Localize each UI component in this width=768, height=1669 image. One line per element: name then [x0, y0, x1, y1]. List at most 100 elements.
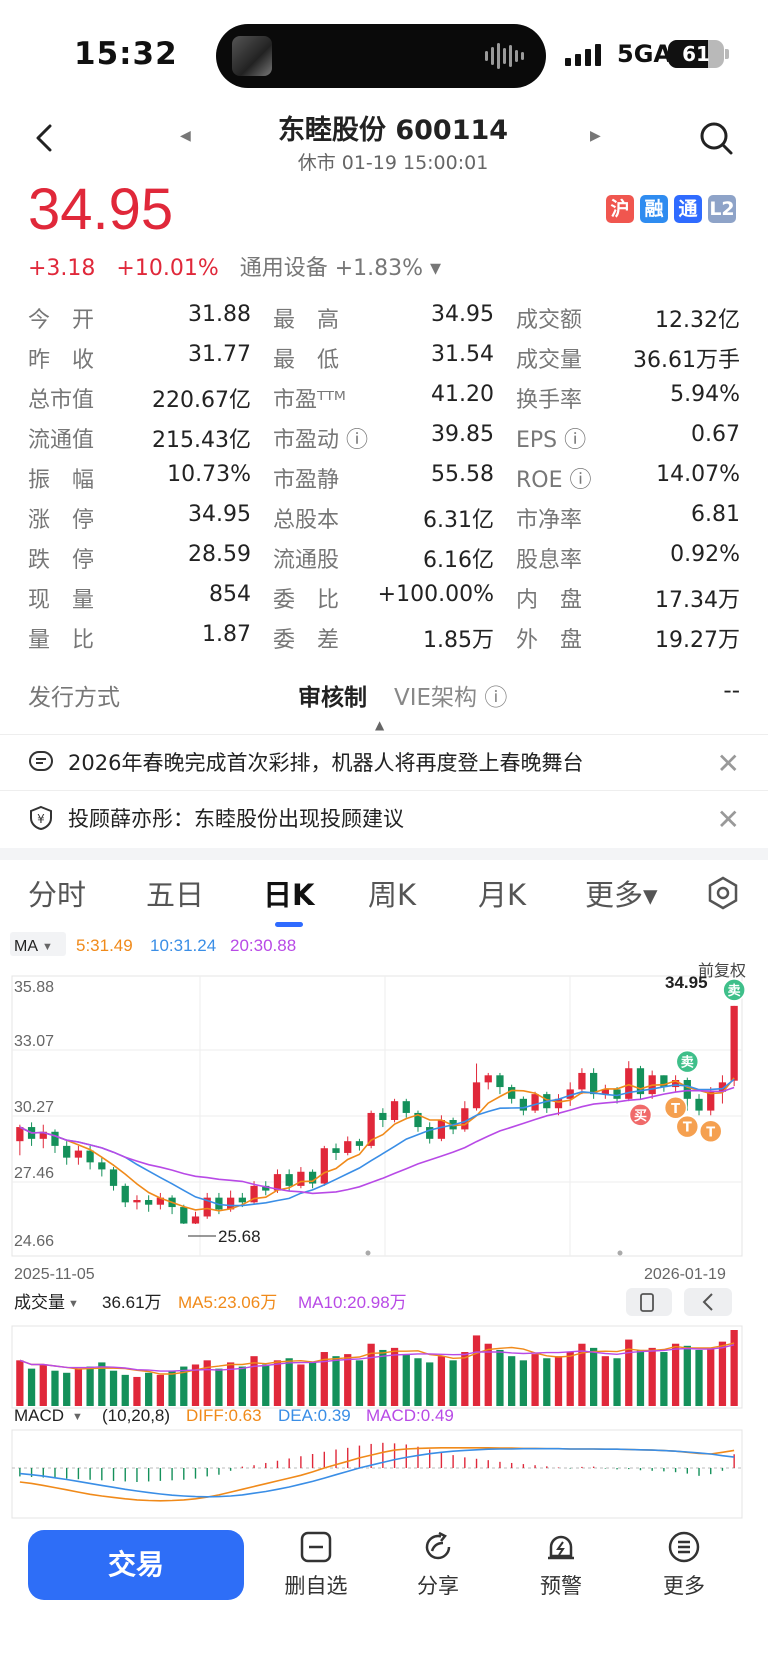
tab-five-day[interactable]: 五日 [146, 872, 204, 914]
y-tick-label: 30.27 [14, 1099, 54, 1116]
macd-label[interactable]: MACD [14, 1406, 64, 1425]
stat-label: 市盈动 ⓘ [273, 428, 368, 453]
status-time: 15:32 [74, 36, 178, 72]
tab-monthly-k[interactable]: 月K [478, 872, 526, 914]
stat-value: 34.95 [188, 502, 251, 527]
close-icon[interactable]: ✕ [717, 747, 740, 780]
stat-label: 股息率 [516, 548, 583, 573]
candle-body [519, 1098, 528, 1111]
search-icon[interactable] [696, 118, 736, 158]
vie-label[interactable]: VIE架构 ⓘ [394, 678, 507, 712]
issue-row: 发行方式 审核制 VIE架构 ⓘ -- [28, 678, 740, 718]
volume-bar [589, 1347, 598, 1406]
stat-row: 跌 停 28.59 流通股 6.16亿 股息率 0.92% [28, 538, 740, 578]
volume-bar [344, 1354, 352, 1406]
news-notice[interactable]: 2026年春晚完成首次彩排，机器人将再度登上春晚舞台 ✕ [0, 734, 768, 788]
share-button[interactable]: 分享 [388, 1530, 488, 1600]
candle-body [461, 1108, 469, 1130]
issue-method-label: 发行方式 [28, 685, 120, 711]
volume-bar [262, 1364, 270, 1406]
market-badges: 沪融通 L2 [606, 195, 736, 223]
macd-params: (10,20,8) [102, 1406, 170, 1425]
stat-value: 39.85 [431, 422, 494, 447]
active-tab-indicator [275, 922, 303, 927]
volume-bar [86, 1366, 94, 1406]
stat-value: 10.73% [167, 462, 251, 487]
stat-cell: 委 差 1.85万 [273, 622, 516, 654]
news-notice-text: 2026年春晚完成首次彩排，机器人将再度登上春晚舞台 [68, 750, 584, 775]
y-tick-label: 27.46 [14, 1165, 54, 1182]
ma-caret-icon: ▼ [42, 941, 53, 953]
volume-label[interactable]: 成交量 [14, 1293, 65, 1312]
stat-value: 55.58 [431, 462, 494, 487]
stat-cell: 外 盘 19.27万 [516, 622, 740, 654]
stat-value: 1.87 [202, 622, 251, 647]
stat-value: 6.16亿 [423, 548, 494, 573]
chart-period-tabs: 分时 五日 日K 周K 月K 更多▾ [0, 872, 768, 928]
stat-label: 总股本 [273, 508, 340, 533]
price-change: +3.18 [28, 256, 96, 281]
y-tick-label: 35.88 [14, 979, 54, 996]
stat-value: 12.32亿 [655, 308, 740, 333]
trade-button[interactable]: 交易 [28, 1530, 244, 1600]
candle-body [390, 1101, 399, 1120]
market-badge[interactable]: 融 [640, 195, 668, 223]
stat-cell: 流通股 6.16亿 [273, 542, 516, 574]
volume-bar [660, 1352, 668, 1406]
market-badge[interactable]: 通 [674, 195, 702, 223]
alert-button[interactable]: 预警 [511, 1530, 611, 1600]
candle-body [63, 1145, 71, 1158]
stat-value: 31.77 [188, 342, 251, 367]
last-price: 34.95 [28, 177, 174, 242]
volume-bar [109, 1370, 118, 1406]
tab-weekly-k[interactable]: 周K [368, 872, 416, 914]
stat-value: 31.88 [188, 302, 251, 327]
more-button[interactable]: 更多 [634, 1530, 734, 1600]
stat-cell: 最 高 34.95 [273, 302, 516, 334]
stat-label: 振 幅 [28, 468, 95, 493]
issue-method-value: 审核制 [298, 685, 367, 711]
ma5-legend: 5:31.49 [76, 936, 133, 955]
stat-value: 14.07% [656, 462, 740, 487]
candle-body [472, 1082, 481, 1109]
sector-link[interactable]: 通用设备 +1.83% ▾ [240, 256, 441, 281]
stat-label: 市盈ᵀᵀᴹ [273, 388, 346, 413]
stat-label: 昨 收 [28, 348, 95, 373]
stat-row: 流通值 215.43亿 市盈动 ⓘ 39.85 EPS ⓘ 0.67 [28, 418, 740, 458]
tab-intraday[interactable]: 分时 [28, 872, 86, 914]
market-badge[interactable]: L2 [708, 195, 736, 223]
stat-value: +100.00% [377, 582, 494, 607]
volume-bar [168, 1370, 176, 1406]
chart-settings-icon[interactable] [706, 876, 740, 910]
section-divider [0, 848, 768, 860]
stat-row: 振 幅 10.73% 市盈静 55.58 ROE ⓘ 14.07% [28, 458, 740, 498]
advisor-notice[interactable]: ¥ 投顾薛亦彤：东睦股份出现投顾建议 ✕ [0, 790, 768, 844]
stat-cell: 涨 停 34.95 [28, 502, 273, 534]
stat-label: 跌 停 [28, 548, 95, 573]
volume-bar [671, 1343, 680, 1406]
collapse-panel-button[interactable] [684, 1288, 732, 1316]
macd-diff: DIFF:0.63 [186, 1406, 262, 1425]
tab-daily-k[interactable]: 日K [263, 872, 314, 914]
tab-more[interactable]: 更多▾ [585, 872, 658, 914]
market-badge[interactable]: 沪 [606, 195, 634, 223]
shield-yen-icon: ¥ [30, 805, 52, 830]
next-stock-arrow-icon[interactable]: ▶ [590, 128, 601, 144]
stat-row: 昨 收 31.77 最 低 31.54 成交量 36.61万手 [28, 338, 740, 378]
stat-label: 外 盘 [516, 628, 583, 653]
macd-caret-icon: ▼ [72, 1411, 83, 1423]
volume-bar [437, 1356, 446, 1406]
close-icon[interactable]: ✕ [717, 803, 740, 836]
dynamic-island[interactable] [216, 24, 546, 88]
stat-value: 1.85万 [423, 628, 494, 653]
volume-bar [472, 1335, 481, 1406]
candle-body [578, 1072, 586, 1090]
stat-label: 委 差 [273, 628, 340, 653]
remove-watchlist-icon [300, 1531, 332, 1563]
volume-bar [695, 1349, 703, 1406]
remove-watchlist-button[interactable]: 删自选 [266, 1530, 366, 1600]
collapse-caret-icon[interactable]: ▲ [375, 718, 384, 732]
kline-chart[interactable]: MA ▼ 5:31.49 10:31.24 20:30.88 前复权 35.88… [0, 930, 768, 1520]
t-mark-label: T [706, 1125, 715, 1140]
volume-bar [133, 1376, 141, 1406]
